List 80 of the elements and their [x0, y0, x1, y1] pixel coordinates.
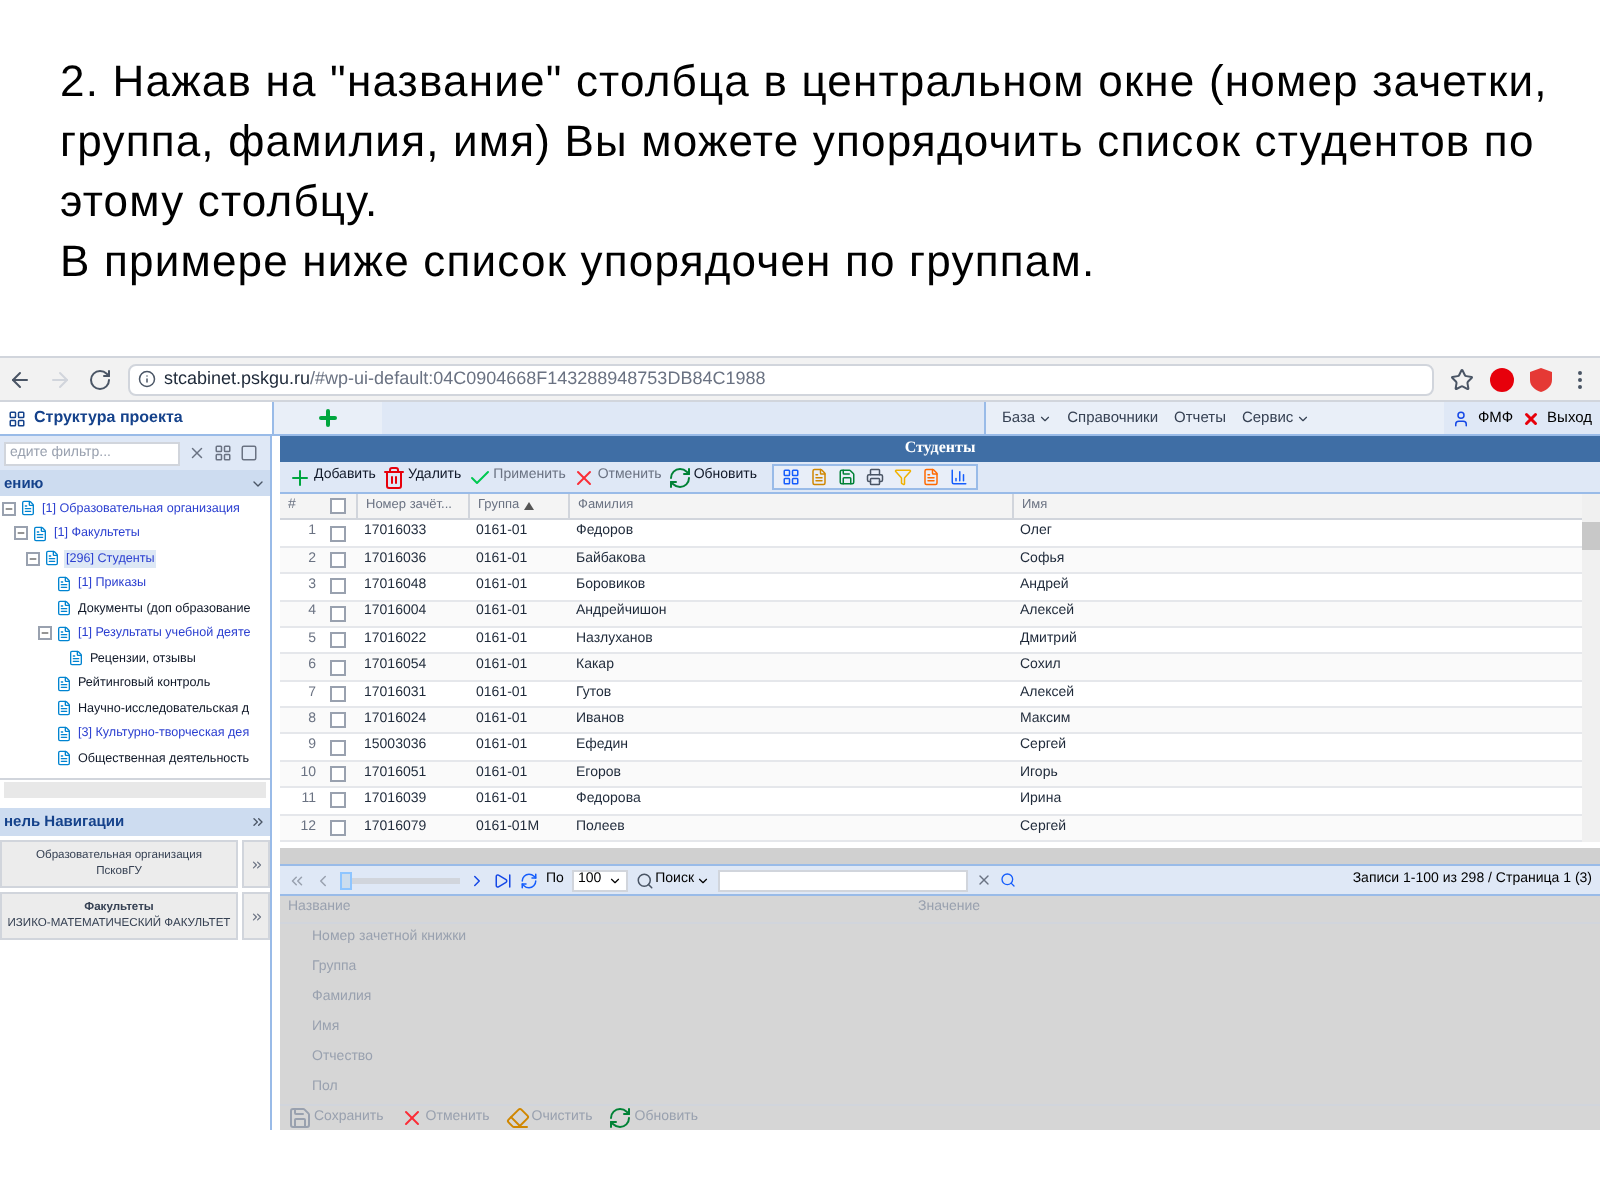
- grid-view-icon[interactable]: [781, 468, 800, 487]
- collapse-toggle[interactable]: [38, 626, 52, 641]
- page-slider[interactable]: [340, 871, 460, 890]
- user-icon: [1451, 409, 1470, 427]
- refresh-icon: [667, 465, 692, 490]
- plus-icon: [316, 406, 340, 430]
- first-page-icon[interactable]: [288, 871, 306, 890]
- search-icon[interactable]: [1000, 872, 1017, 889]
- node-icon: [56, 725, 72, 742]
- row-checkbox[interactable]: [330, 712, 346, 729]
- forward-icon[interactable]: [48, 367, 72, 391]
- previous-page-icon[interactable]: [314, 871, 332, 890]
- vertical-scrollbar[interactable]: [1582, 494, 1600, 843]
- collapse-toggle[interactable]: [2, 501, 16, 516]
- double-chevron-icon: [249, 857, 263, 871]
- collapse-toggle[interactable]: [26, 551, 40, 566]
- clear-icon[interactable]: [976, 872, 993, 889]
- project-tab[interactable]: Структура проекта: [0, 402, 272, 434]
- row-checkbox[interactable]: [330, 792, 346, 809]
- chart-icon[interactable]: [949, 468, 968, 487]
- add-tab-button[interactable]: [272, 402, 382, 434]
- row-checkbox[interactable]: [330, 551, 346, 568]
- collapse-toggle[interactable]: [14, 526, 28, 541]
- cancel-icon: [399, 1106, 424, 1130]
- search-field[interactable]: [718, 869, 969, 892]
- row-checkbox[interactable]: [330, 605, 346, 622]
- plus-icon: [288, 465, 312, 490]
- exit-icon: [1521, 409, 1540, 427]
- slider-thumb[interactable]: [340, 871, 352, 890]
- row-checkbox[interactable]: [330, 766, 346, 783]
- node-icon: [44, 550, 60, 567]
- grid-title: Студенты: [904, 436, 976, 461]
- double-chevron-icon: [249, 909, 263, 923]
- last-page-icon[interactable]: [494, 871, 512, 890]
- reload-icon[interactable]: [88, 367, 112, 391]
- check-icon: [467, 465, 492, 490]
- expand-button[interactable]: [242, 840, 270, 888]
- save-icon: [288, 1106, 312, 1130]
- expand-button[interactable]: [242, 892, 270, 940]
- row-checkbox[interactable]: [330, 685, 346, 702]
- instruction-paragraph: В примере ниже список упорядочен по группам.: [60, 234, 1098, 290]
- back-icon[interactable]: [8, 367, 32, 391]
- document-icon[interactable]: [809, 468, 828, 487]
- node-icon: [68, 650, 84, 667]
- caret-icon: [1037, 411, 1052, 425]
- select-all-checkbox[interactable]: [330, 498, 346, 515]
- horizontal-scrollbar[interactable]: [280, 848, 1600, 865]
- shield-icon[interactable]: [1530, 367, 1552, 391]
- instruction-paragraph: 2. Нажав на "название" столбца в центральном окне (номер зачетки, группа, фамилия, имя) Вы можете упорядочить список студентов по этому столбцу.: [60, 54, 1550, 230]
- refresh-icon[interactable]: [520, 871, 538, 890]
- print-icon[interactable]: [865, 468, 884, 487]
- horizontal-scrollbar[interactable]: [4, 782, 266, 798]
- node-icon: [56, 575, 72, 592]
- row-checkbox[interactable]: [330, 578, 346, 595]
- clear-icon[interactable]: [188, 444, 206, 462]
- node-icon: [20, 500, 36, 517]
- node-icon: [56, 675, 72, 692]
- node-icon: [32, 525, 48, 542]
- row-checkbox[interactable]: [330, 659, 346, 675]
- row-checkbox[interactable]: [330, 739, 346, 756]
- search-icon: [635, 871, 654, 890]
- sort-arrow-icon: [523, 502, 534, 511]
- caret-icon: [607, 873, 622, 888]
- row-checkbox[interactable]: [330, 819, 346, 836]
- node-icon: [56, 700, 72, 717]
- trash-icon: [381, 465, 406, 490]
- row-checkbox[interactable]: [330, 632, 346, 649]
- address-bar[interactable]: stcabinet.pskgu.ru/#wp-ui-default:04C0904668F143288948753DB84C1988: [128, 363, 1434, 395]
- caret-icon: [696, 873, 711, 888]
- cancel-icon: [571, 465, 596, 490]
- caret-icon: [1295, 411, 1310, 425]
- refresh-icon: [608, 1106, 633, 1130]
- filter-icon[interactable]: [893, 468, 912, 487]
- node-icon: [56, 600, 72, 617]
- node-icon: [56, 750, 72, 767]
- row-checkbox[interactable]: [330, 525, 346, 542]
- next-page-icon[interactable]: [468, 871, 486, 890]
- node-icon: [56, 625, 72, 642]
- star-icon[interactable]: [1450, 367, 1474, 391]
- eraser-icon: [505, 1106, 530, 1130]
